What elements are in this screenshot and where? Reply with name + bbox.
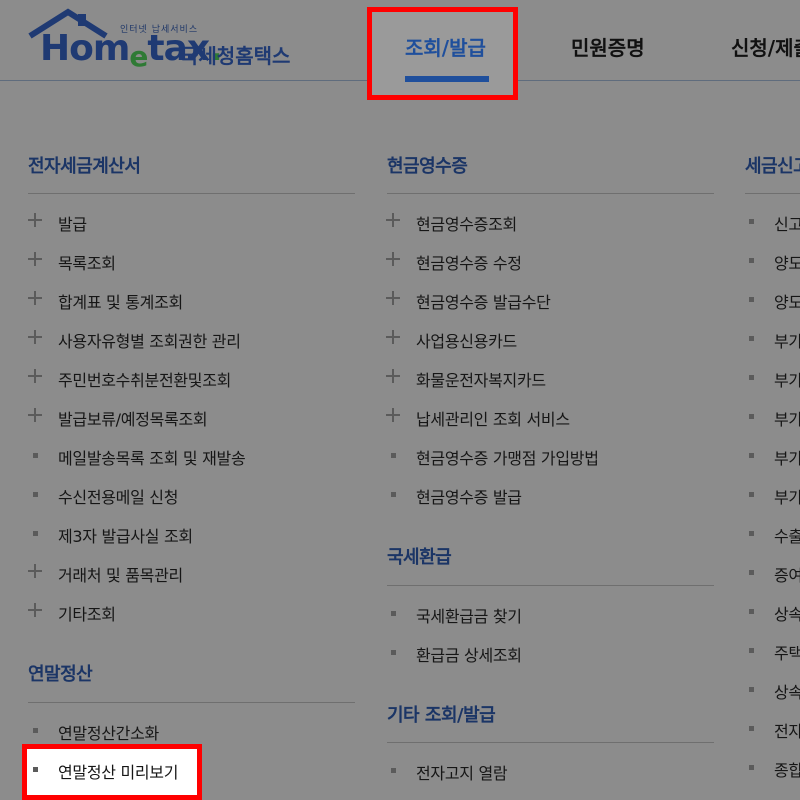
plus-icon	[385, 407, 401, 423]
menu-item[interactable]: 환급금 상세조회	[391, 642, 522, 666]
plus-icon	[27, 407, 43, 423]
menu-item[interactable]: 상속	[749, 679, 800, 703]
bullet-square-icon	[391, 650, 396, 655]
menu-item[interactable]: 사용자유형별 조회권한 관리	[28, 328, 241, 352]
menu-item[interactable]: 수신전용메일 신청	[33, 484, 178, 508]
plus-icon	[27, 212, 43, 228]
menu-item[interactable]: 사업용신용카드	[386, 328, 517, 352]
bullet-square-icon	[391, 492, 396, 497]
menu-item[interactable]: 납세관리인 조회 서비스	[386, 406, 570, 430]
plus-icon	[27, 251, 43, 267]
plus-icon	[27, 602, 43, 618]
plus-icon	[385, 290, 401, 306]
section-divider	[387, 193, 714, 194]
menu-item[interactable]: 화물운전자복지카드	[386, 367, 546, 391]
menu-item-year-end-preview[interactable]: 연말정산 미리보기	[33, 759, 178, 783]
bullet-square-icon	[33, 728, 38, 733]
menu-item[interactable]: 합계표 및 통계조회	[28, 289, 183, 313]
menu-item[interactable]: 전자고지 열람	[391, 760, 508, 784]
bullet-square-icon	[749, 414, 754, 419]
menu-item[interactable]: 부가	[749, 445, 800, 469]
menu-item[interactable]: 주민번호수취분전환및조회	[28, 367, 231, 391]
menu-item[interactable]: 기타조회	[28, 601, 116, 625]
logo-korean-name: 국세청홈택스	[180, 44, 291, 68]
menu-item[interactable]: 연말정산간소화	[33, 720, 159, 744]
menu-item[interactable]: 현금영수증조회	[386, 211, 517, 235]
menu-item[interactable]: 현금영수증 수정	[386, 250, 522, 274]
section-divider	[745, 193, 800, 194]
bullet-square-icon	[749, 531, 754, 536]
menu-item[interactable]: 부가	[749, 484, 800, 508]
plus-icon	[385, 212, 401, 228]
menu-item[interactable]: 현금영수증 발급	[391, 484, 522, 508]
tab-lookup-issue[interactable]: 조회/발급	[405, 32, 486, 61]
menu-item[interactable]: 목록조회	[28, 250, 116, 274]
section-title-year-end-settlement[interactable]: 연말정산	[28, 660, 93, 686]
menu-item[interactable]: 부가	[749, 367, 800, 391]
section-title-e-tax-invoice[interactable]: 전자세금계산서	[28, 152, 141, 178]
active-tab-underline	[405, 76, 489, 82]
menu-item[interactable]: 전자	[749, 718, 800, 742]
section-divider	[387, 742, 714, 743]
menu-item[interactable]: 메일발송목록 조회 및 재발송	[33, 445, 246, 469]
section-title-tax-refund[interactable]: 국세환급	[387, 543, 452, 569]
bullet-square-icon	[749, 492, 754, 497]
menu-item[interactable]: 부가	[749, 406, 800, 430]
bullet-square-icon	[749, 687, 754, 692]
bullet-square-icon	[391, 611, 396, 616]
bullet-square-icon	[749, 648, 754, 653]
bullet-square-icon	[749, 453, 754, 458]
bullet-square-icon	[749, 765, 754, 770]
menu-item[interactable]: 발급	[28, 211, 87, 235]
bullet-square-icon	[391, 768, 396, 773]
section-title-cash-receipt[interactable]: 현금영수증	[387, 152, 468, 178]
menu-item[interactable]: 발급보류/예정목록조회	[28, 406, 208, 430]
bullet-square-icon	[33, 767, 38, 772]
menu-item[interactable]: 양도	[749, 289, 800, 313]
plus-icon	[385, 251, 401, 267]
menu-item[interactable]: 증여	[749, 562, 800, 586]
menu-item[interactable]: 부가	[749, 328, 800, 352]
menu-item[interactable]: 현금영수증 발급수단	[386, 289, 551, 313]
bullet-square-icon	[749, 258, 754, 263]
plus-icon	[385, 329, 401, 345]
bullet-square-icon	[391, 453, 396, 458]
bullet-square-icon	[749, 297, 754, 302]
menu-item[interactable]: 거래처 및 품목관리	[28, 562, 183, 586]
plus-icon	[27, 563, 43, 579]
plus-icon	[27, 329, 43, 345]
bullet-square-icon	[749, 609, 754, 614]
menu-item[interactable]: 국세환급금 찾기	[391, 603, 522, 627]
bullet-square-icon	[749, 336, 754, 341]
plus-icon	[385, 368, 401, 384]
section-title-tax-filing[interactable]: 세금신고	[745, 152, 800, 178]
menu-item[interactable]: 신고	[749, 211, 800, 235]
bullet-square-icon	[749, 219, 754, 224]
bullet-square-icon	[749, 375, 754, 380]
section-divider	[28, 702, 355, 703]
tab-civil-certificates[interactable]: 민원증명	[571, 32, 645, 61]
plus-icon	[27, 368, 43, 384]
bullet-square-icon	[33, 531, 38, 536]
hometax-logo[interactable]: 인터넷 납세서비스 Hometax. 국세청홈택스	[28, 8, 328, 74]
tab-apply-submit[interactable]: 신청/제출	[731, 32, 800, 61]
bullet-square-icon	[33, 492, 38, 497]
menu-item[interactable]: 제3자 발급사실 조회	[33, 523, 193, 547]
bullet-square-icon	[749, 726, 754, 731]
plus-icon	[27, 290, 43, 306]
section-divider	[387, 585, 714, 586]
menu-item[interactable]: 수출	[749, 523, 800, 547]
menu-item[interactable]: 종합	[749, 757, 800, 781]
bullet-square-icon	[749, 570, 754, 575]
menu-item[interactable]: 주택	[749, 640, 800, 664]
menu-item[interactable]: 현금영수증 가맹점 가입방법	[391, 445, 599, 469]
section-title-other-lookup[interactable]: 기타 조회/발급	[387, 701, 496, 727]
section-divider	[28, 193, 355, 194]
bullet-square-icon	[33, 453, 38, 458]
menu-item[interactable]: 상속	[749, 601, 800, 625]
menu-item[interactable]: 양도	[749, 250, 800, 274]
